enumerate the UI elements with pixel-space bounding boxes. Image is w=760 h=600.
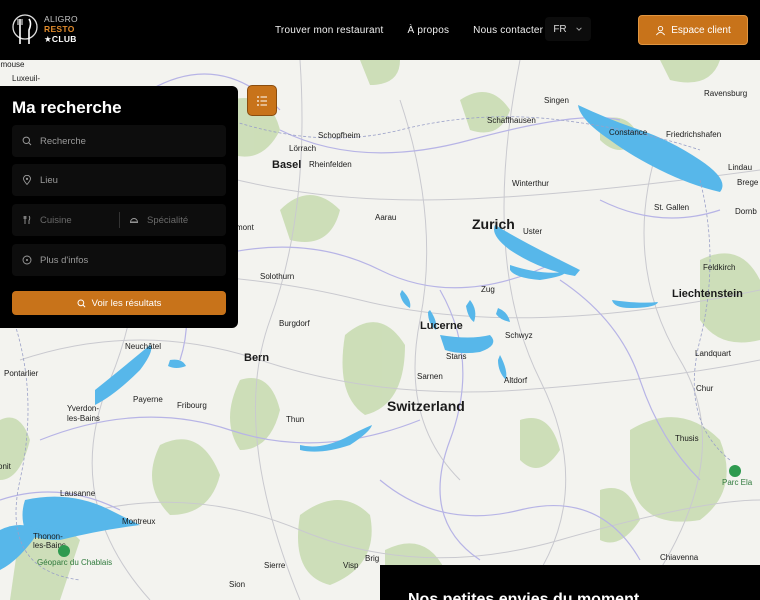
map-label-visp: Visp — [343, 561, 359, 570]
map-label-friedrichshafen: Friedrichshafen — [666, 130, 722, 139]
search-icon — [77, 298, 86, 307]
search-panel: Ma recherche Recherche Lieu Cuisine Spéc… — [0, 86, 238, 328]
specialty-select[interactable]: Spécialité — [119, 204, 188, 236]
map-label-brege: Brege — [737, 178, 759, 187]
map-label-neuchatel: Neuchâtel — [125, 342, 162, 351]
search-placeholder: Recherche — [40, 135, 86, 147]
cutlery-logo-icon — [12, 14, 38, 44]
map-label-pontarlier: Pontarlier — [4, 369, 39, 378]
location-pin-icon — [23, 175, 31, 185]
map-label-uster: Uster — [523, 227, 543, 236]
map-label-bern: Bern — [244, 352, 270, 364]
show-results-button[interactable]: Voir les résultats — [12, 291, 226, 315]
search-input[interactable]: Recherche — [12, 125, 226, 157]
map-label-yverdon-lesbains: les-Bains — [67, 414, 100, 423]
map-label-lorrach: Lörrach — [289, 144, 317, 153]
more-info-placeholder: Plus d'infos — [40, 254, 89, 266]
brand-wordmark: ALIGRO RESTO ★CLUB — [44, 14, 78, 44]
geoparc-icon[interactable] — [58, 545, 70, 557]
specialty-placeholder: Spécialité — [147, 214, 189, 226]
map-label-schwyz: Schwyz — [505, 331, 533, 340]
map-label-aarau: Aarau — [375, 213, 397, 222]
search-icon — [22, 136, 32, 146]
map-label-lindau: Lindau — [728, 163, 753, 172]
map-label-fribourg: Fribourg — [177, 401, 207, 410]
map-label-sarnen: Sarnen — [417, 372, 443, 381]
cuisine-placeholder: Cuisine — [40, 214, 72, 226]
map-label-geoparc: Géoparc du Chablais — [37, 558, 113, 567]
map-label-burgdorf: Burgdorf — [279, 319, 310, 328]
map-label-sierre: Sierre — [264, 561, 286, 570]
map-label-thun: Thun — [286, 415, 305, 424]
map-label-basel: Basel — [272, 159, 302, 171]
list-icon — [257, 95, 267, 106]
cuisine-specialty-row: Cuisine Spécialité — [12, 204, 226, 236]
map-label-schaffhausen: Schaffhausen — [487, 116, 536, 125]
main-nav: Trouver mon restaurant À propos Nous con… — [275, 0, 567, 60]
map-label-singen: Singen — [544, 96, 569, 105]
map-label-sion: Sion — [229, 580, 246, 589]
map-label-stans: Stans — [446, 352, 467, 361]
client-area-button[interactable]: Espace client — [638, 15, 748, 45]
map-label-dornb: Dornb — [735, 207, 757, 216]
brand-line-2: RESTO — [44, 24, 75, 34]
map-label-luxeuil: Luxeuil- — [12, 74, 41, 83]
map-label-zurich: Zurich — [472, 216, 515, 232]
location-placeholder: Lieu — [40, 174, 58, 186]
map-label-altdorf: Altdorf — [504, 376, 528, 385]
search-panel-title: Ma recherche — [12, 98, 122, 117]
map-label-lausanne: Lausanne — [60, 489, 96, 498]
client-area-label: Espace client — [671, 24, 731, 36]
featured-card-heading: Nos petites envies du moment — [380, 565, 760, 600]
cloche-icon — [130, 218, 138, 223]
map-label-parc-ela: Parc Ela — [722, 478, 753, 487]
map-label-mont: mont — [236, 223, 254, 232]
brand-logo[interactable]: ALIGRO RESTO ★CLUB — [10, 11, 78, 47]
info-circle-icon — [22, 255, 32, 265]
map-label-switzerland: Switzerland — [387, 398, 465, 414]
chevron-down-icon — [575, 27, 582, 31]
map-label-schopfheim: Schopfheim — [318, 131, 361, 140]
map-label-lucerne: Lucerne — [420, 320, 463, 332]
map-label-yverdon: Yverdon- — [67, 404, 100, 413]
map-label-stgallen: St. Gallen — [654, 203, 690, 212]
nav-contact[interactable]: Nous contacter — [473, 25, 543, 36]
show-results-label: Voir les résultats — [91, 297, 162, 309]
user-icon — [656, 25, 666, 35]
more-info-select[interactable]: Plus d'infos — [12, 244, 226, 276]
language-value: FR — [553, 23, 567, 35]
map-label-onit: onit — [0, 462, 11, 471]
map-label-winterthur: Winterthur — [512, 179, 549, 188]
map-label-chiavenna: Chiavenna — [660, 553, 699, 562]
map-label-thonon: Thonon- — [33, 532, 63, 541]
map-label-ravensburg: Ravensburg — [704, 89, 748, 98]
nav-about[interactable]: À propos — [408, 25, 450, 36]
brand-line-3: ★CLUB — [44, 34, 77, 44]
map-label-liechtenstein: Liechtenstein — [672, 288, 743, 300]
list-view-toggle-button[interactable] — [247, 85, 277, 116]
map-label-zug: Zug — [481, 285, 495, 294]
map-label-constance: Constance — [609, 128, 648, 137]
map-label-chur: Chur — [696, 384, 714, 393]
map-label-brig: Brig — [365, 554, 380, 563]
map-label-payerne: Payerne — [133, 395, 163, 404]
brand-line-1: ALIGRO — [44, 14, 78, 24]
map-label-solothurn: Solothurn — [260, 272, 295, 281]
top-navbar: ALIGRO RESTO ★CLUB Trouver mon restauran… — [0, 0, 760, 60]
map-label-thusis: Thusis — [675, 434, 699, 443]
cuisine-select[interactable]: Cuisine — [12, 204, 72, 236]
cutlery-icon — [23, 215, 31, 224]
map-label-rheinfelden: Rheinfelden — [309, 160, 352, 169]
map-label-landquart: Landquart — [695, 349, 732, 358]
map-label-montreux: Montreux — [122, 517, 156, 526]
park-ela-icon[interactable] — [729, 465, 741, 477]
language-select[interactable]: FR — [545, 17, 591, 41]
map-label-remouse: emouse — [0, 60, 25, 69]
nav-find-restaurant[interactable]: Trouver mon restaurant — [275, 25, 384, 36]
location-input[interactable]: Lieu — [12, 164, 226, 196]
map-label-feldkirch: Feldkirch — [703, 263, 736, 272]
